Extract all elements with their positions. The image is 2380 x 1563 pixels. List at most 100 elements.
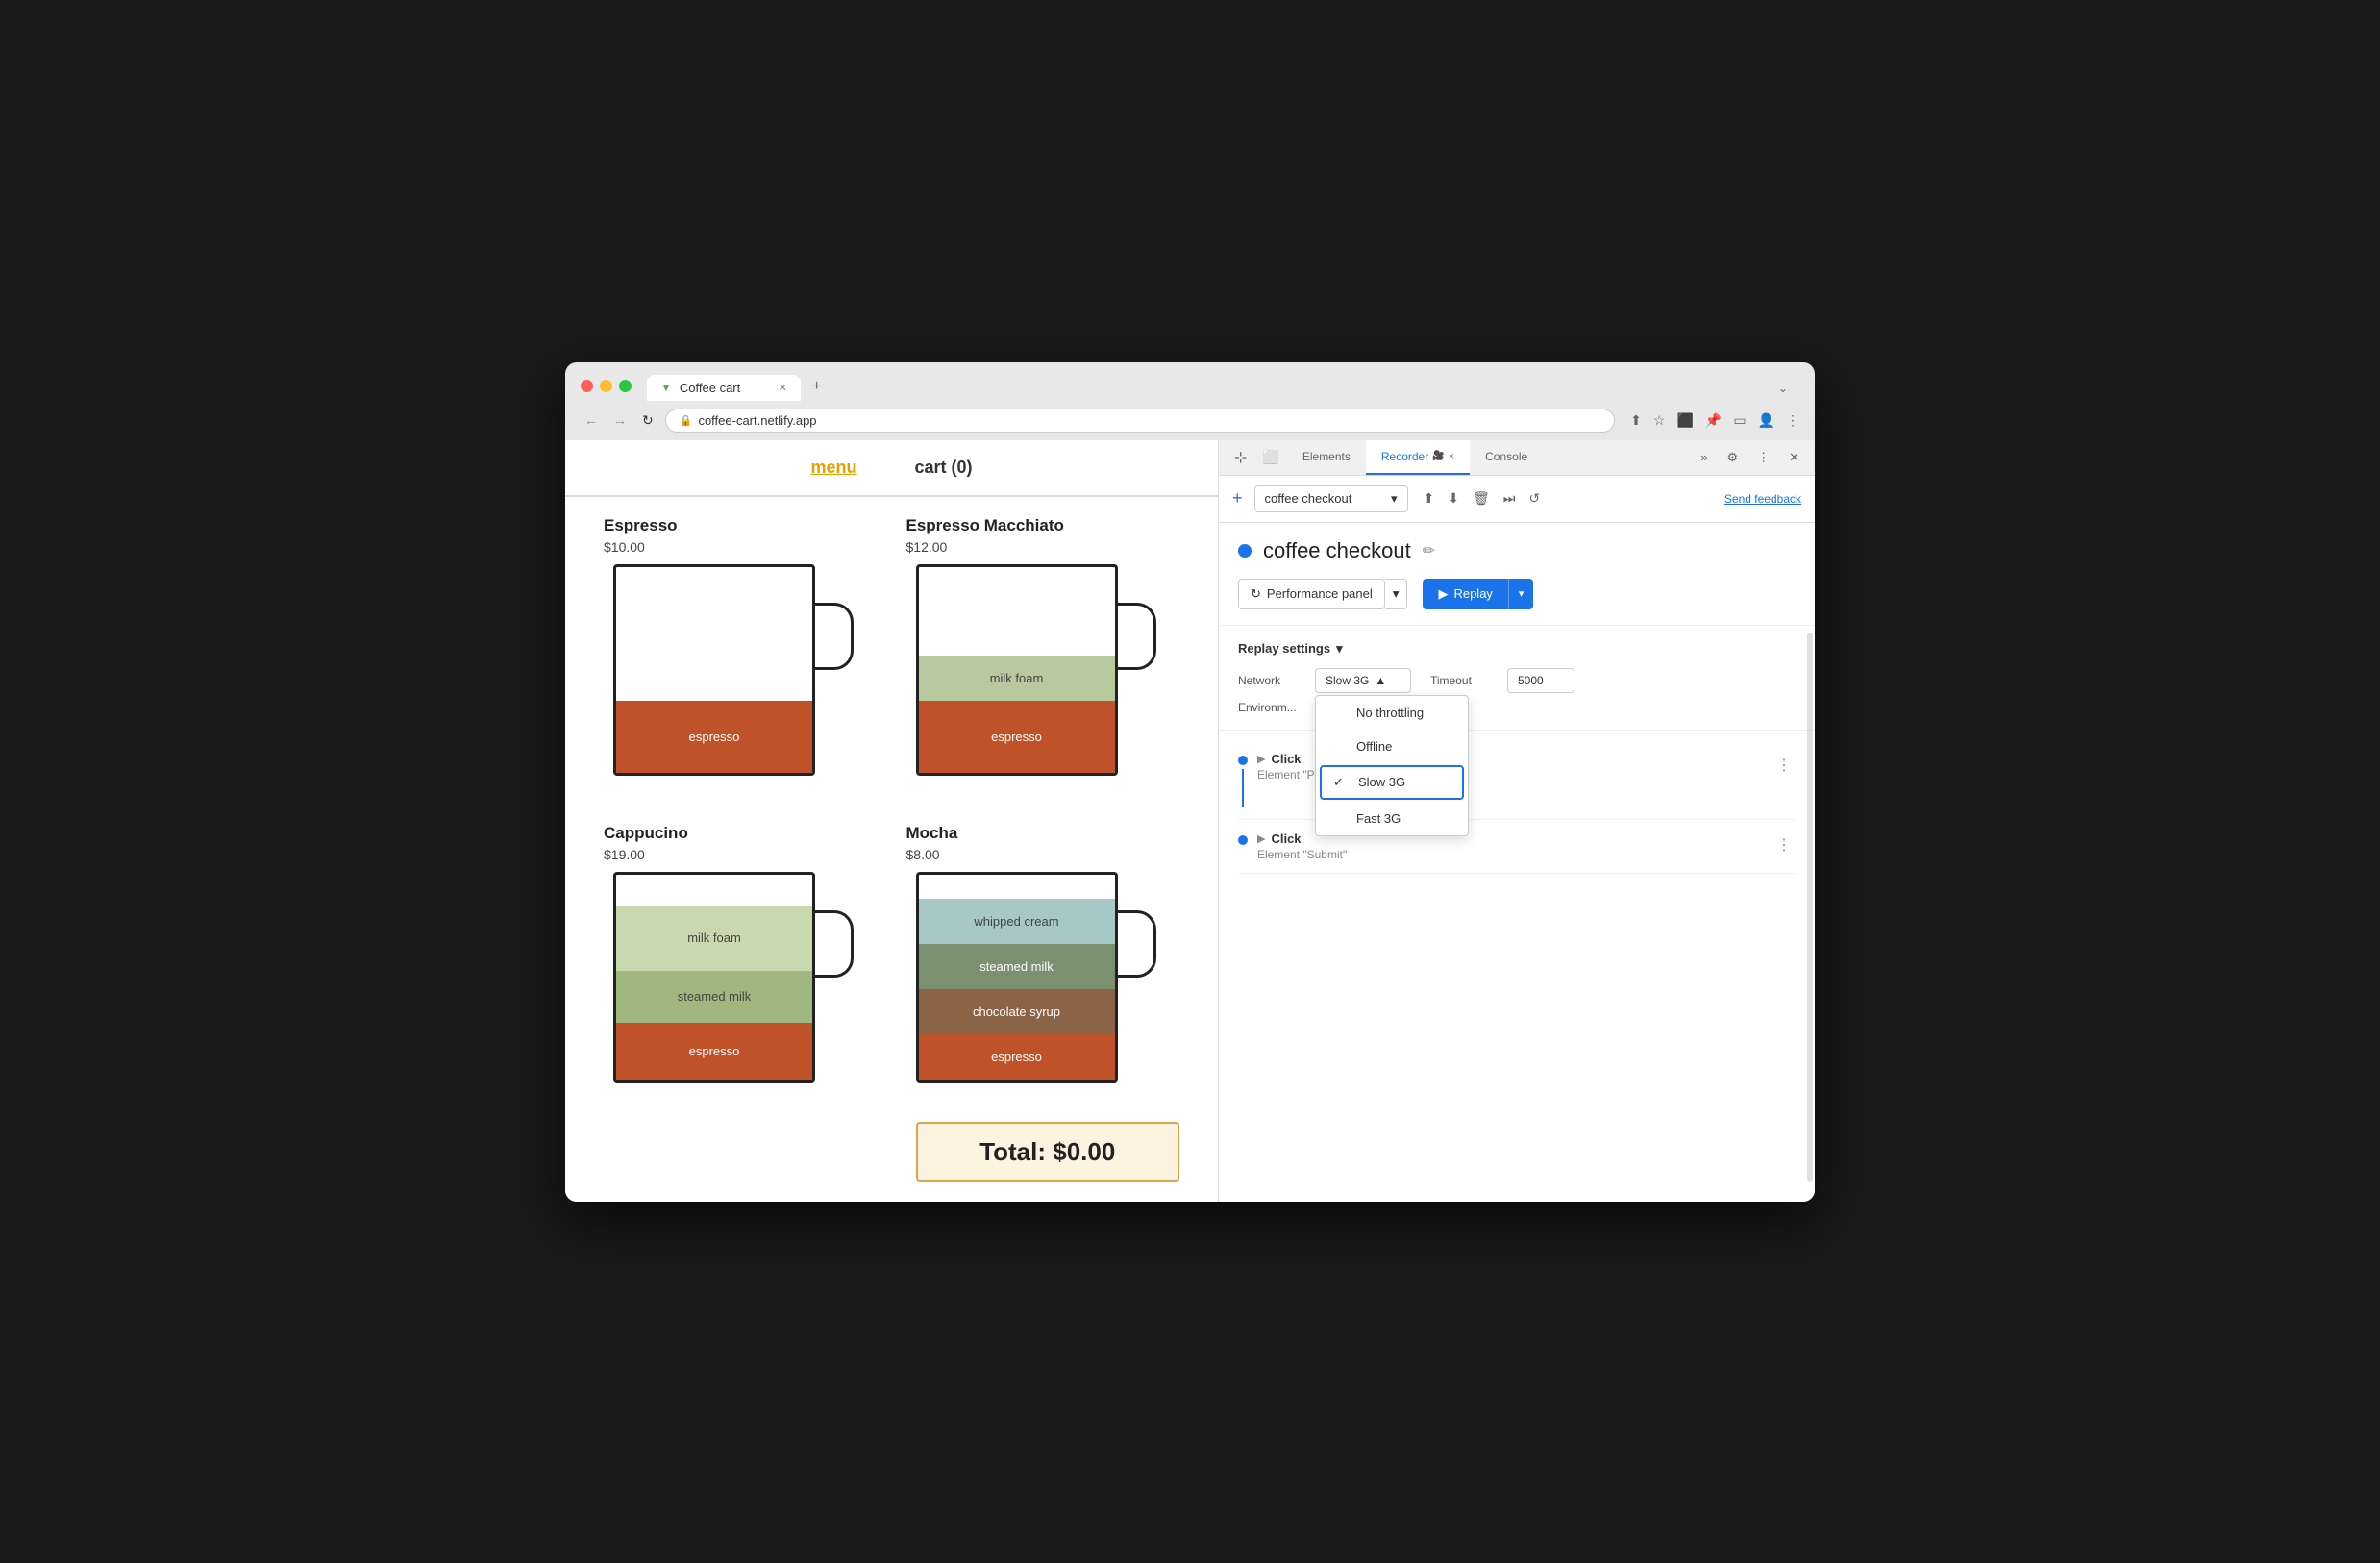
menu-dots-icon[interactable]: ⋮ <box>1786 412 1799 429</box>
step-line <box>1242 769 1244 807</box>
devtools-panel: ⊹ ⬜ Elements Recorder 🎥 × Console » ⚙ ⋮ … <box>1219 440 1815 1202</box>
recording-status-dot <box>1238 544 1252 558</box>
settings-gear-icon[interactable]: ⚙ <box>1719 444 1746 471</box>
tab-close-icon[interactable]: ✕ <box>779 382 787 394</box>
reload-button[interactable]: ↻ <box>638 410 657 431</box>
timeout-label: Timeout <box>1430 674 1488 687</box>
performance-panel-dropdown[interactable]: ▾ <box>1385 579 1408 609</box>
step-type: Click <box>1271 752 1301 766</box>
maximize-traffic-light[interactable] <box>619 380 632 392</box>
mug-handle <box>815 603 854 670</box>
website-panel: menu cart (0) Espresso $10.00 espresso <box>565 440 1219 1202</box>
product-name: Espresso <box>604 516 878 535</box>
recording-select[interactable]: coffee checkout ▾ <box>1254 485 1408 512</box>
device-toolbar-icon[interactable]: ⬜ <box>1254 443 1286 471</box>
dropdown-item-offline[interactable]: Offline <box>1316 730 1468 763</box>
milk-foam-layer: milk foam <box>919 656 1115 701</box>
address-input[interactable]: 🔒 coffee-cart.netlify.app <box>665 409 1615 433</box>
edit-recording-icon[interactable]: ✏ <box>1423 541 1435 560</box>
new-tab-button[interactable]: + <box>801 372 832 401</box>
performance-panel-button[interactable]: ↻ Performance panel <box>1238 579 1385 609</box>
step-more-icon[interactable]: ⋮ <box>1773 752 1796 779</box>
dropdown-item-slow-3g[interactable]: ✓ Slow 3G <box>1320 765 1464 800</box>
close-traffic-light[interactable] <box>581 380 593 392</box>
steps-area: ▶ Click Element "Promotion message" ⋮ ▶ <box>1219 731 1815 1202</box>
mug-body: espresso milk foam <box>916 564 1118 776</box>
dropdown-item-fast-3g[interactable]: Fast 3G <box>1316 802 1468 835</box>
network-select[interactable]: Slow 3G ▲ <box>1315 668 1411 693</box>
import-icon[interactable]: ⬇ <box>1444 486 1463 510</box>
bookmark-icon[interactable]: ☆ <box>1653 412 1666 429</box>
total-banner: Total: $0.00 <box>916 1122 1180 1182</box>
step-type: Click <box>1271 831 1301 846</box>
active-tab[interactable]: ▼ Coffee cart ✕ <box>647 375 801 401</box>
recorder-close-icon[interactable]: × <box>1449 451 1454 462</box>
site-navigation: menu cart (0) <box>565 440 1218 497</box>
select-element-icon[interactable]: ⊹ <box>1227 442 1254 473</box>
slow-3g-label: Slow 3G <box>1358 775 1405 789</box>
step-dot <box>1238 835 1248 845</box>
mug-body: espresso steamed milk milk foam <box>613 872 815 1083</box>
more-tabs-icon[interactable]: » <box>1693 444 1715 470</box>
delete-recording-icon[interactable]: 🗑 <box>1469 486 1494 510</box>
timeout-input[interactable] <box>1507 668 1574 693</box>
espresso-layer: espresso <box>616 701 812 773</box>
cast-icon[interactable]: ▭ <box>1733 412 1746 429</box>
tab-bar: ▼ Coffee cart ✕ + ⌄ <box>647 372 1799 401</box>
mug-handle <box>1118 910 1156 978</box>
tab-elements[interactable]: Elements <box>1287 440 1366 475</box>
performance-panel-group: ↻ Performance panel ▾ <box>1238 579 1407 609</box>
tab-console[interactable]: Console <box>1470 440 1543 475</box>
forward-button[interactable]: → <box>609 410 631 430</box>
devtools-scrollbar[interactable] <box>1807 633 1813 1182</box>
send-feedback-link[interactable]: Send feedback <box>1724 492 1801 506</box>
product-name: Mocha <box>906 824 1180 843</box>
product-espresso[interactable]: Espresso $10.00 espresso <box>604 516 878 795</box>
check-slow-3g: ✓ <box>1333 775 1349 790</box>
address-bar: ← → ↻ 🔒 coffee-cart.netlify.app ⬆ ☆ ⬛ 📌 … <box>565 401 1815 440</box>
espresso-mug: espresso <box>604 564 854 795</box>
product-price: $19.00 <box>604 847 878 862</box>
step-connector <box>1238 752 1248 807</box>
tab-chevron-icon[interactable]: ⌄ <box>1767 376 1799 401</box>
profile-icon[interactable]: 👤 <box>1758 412 1774 429</box>
replay-button-group: ▶ Replay ▾ <box>1423 579 1533 609</box>
new-recording-button[interactable]: + <box>1232 488 1243 509</box>
replay-settings-title[interactable]: Replay settings ▾ <box>1238 641 1796 657</box>
replay-dropdown-button[interactable]: ▾ <box>1508 579 1534 609</box>
main-content: menu cart (0) Espresso $10.00 espresso <box>565 440 1815 1202</box>
dropdown-item-no-throttling[interactable]: No throttling <box>1316 696 1468 730</box>
settings-arrow-icon: ▾ <box>1336 641 1343 657</box>
fast-3g-label: Fast 3G <box>1356 811 1401 826</box>
product-espresso-macchiato[interactable]: Espresso Macchiato $12.00 espresso milk … <box>906 516 1180 795</box>
mug-handle <box>1118 603 1156 670</box>
recording-select-arrow-icon: ▾ <box>1391 491 1398 507</box>
customize-menu-icon[interactable]: ⋮ <box>1749 444 1777 471</box>
address-text: coffee-cart.netlify.app <box>698 413 1600 428</box>
mug-handle <box>815 910 854 978</box>
replay-label: Replay <box>1453 586 1492 601</box>
recorder-toolbar: + coffee checkout ▾ ⬆ ⬇ 🗑 ⏭ ↺ Send feedb… <box>1219 476 1815 523</box>
perf-refresh-icon: ↻ <box>1251 586 1261 602</box>
export-icon[interactable]: ⬆ <box>1420 486 1439 510</box>
step-more-icon[interactable]: ⋮ <box>1773 831 1796 858</box>
share-icon[interactable]: ⬆ <box>1630 412 1642 429</box>
step-expand-icon: ▶ <box>1257 832 1265 845</box>
cart-nav-item[interactable]: cart (0) <box>914 458 972 478</box>
offline-label: Offline <box>1356 739 1392 754</box>
menu-nav-item[interactable]: menu <box>810 458 856 478</box>
back-button[interactable]: ← <box>581 410 602 430</box>
pin-icon[interactable]: 📌 <box>1705 412 1722 429</box>
loop-icon[interactable]: ↺ <box>1525 486 1544 510</box>
minimize-traffic-light[interactable] <box>600 380 612 392</box>
step-forward-icon[interactable]: ⏭ <box>1500 486 1520 510</box>
tab-recorder[interactable]: Recorder 🎥 × <box>1366 440 1470 475</box>
product-mocha[interactable]: Mocha $8.00 espresso chocolate syrup ste… <box>906 824 1180 1182</box>
close-devtools-icon[interactable]: ✕ <box>1781 444 1807 471</box>
replay-button[interactable]: ▶ Replay <box>1423 579 1507 609</box>
extension-icon[interactable]: ⬛ <box>1676 412 1693 429</box>
macchiato-mug: espresso milk foam <box>906 564 1156 795</box>
product-cappucino[interactable]: Cappucino $19.00 espresso steamed milk m… <box>604 824 878 1182</box>
network-dropdown-icon: ▲ <box>1375 674 1386 687</box>
product-price: $8.00 <box>906 847 1180 862</box>
